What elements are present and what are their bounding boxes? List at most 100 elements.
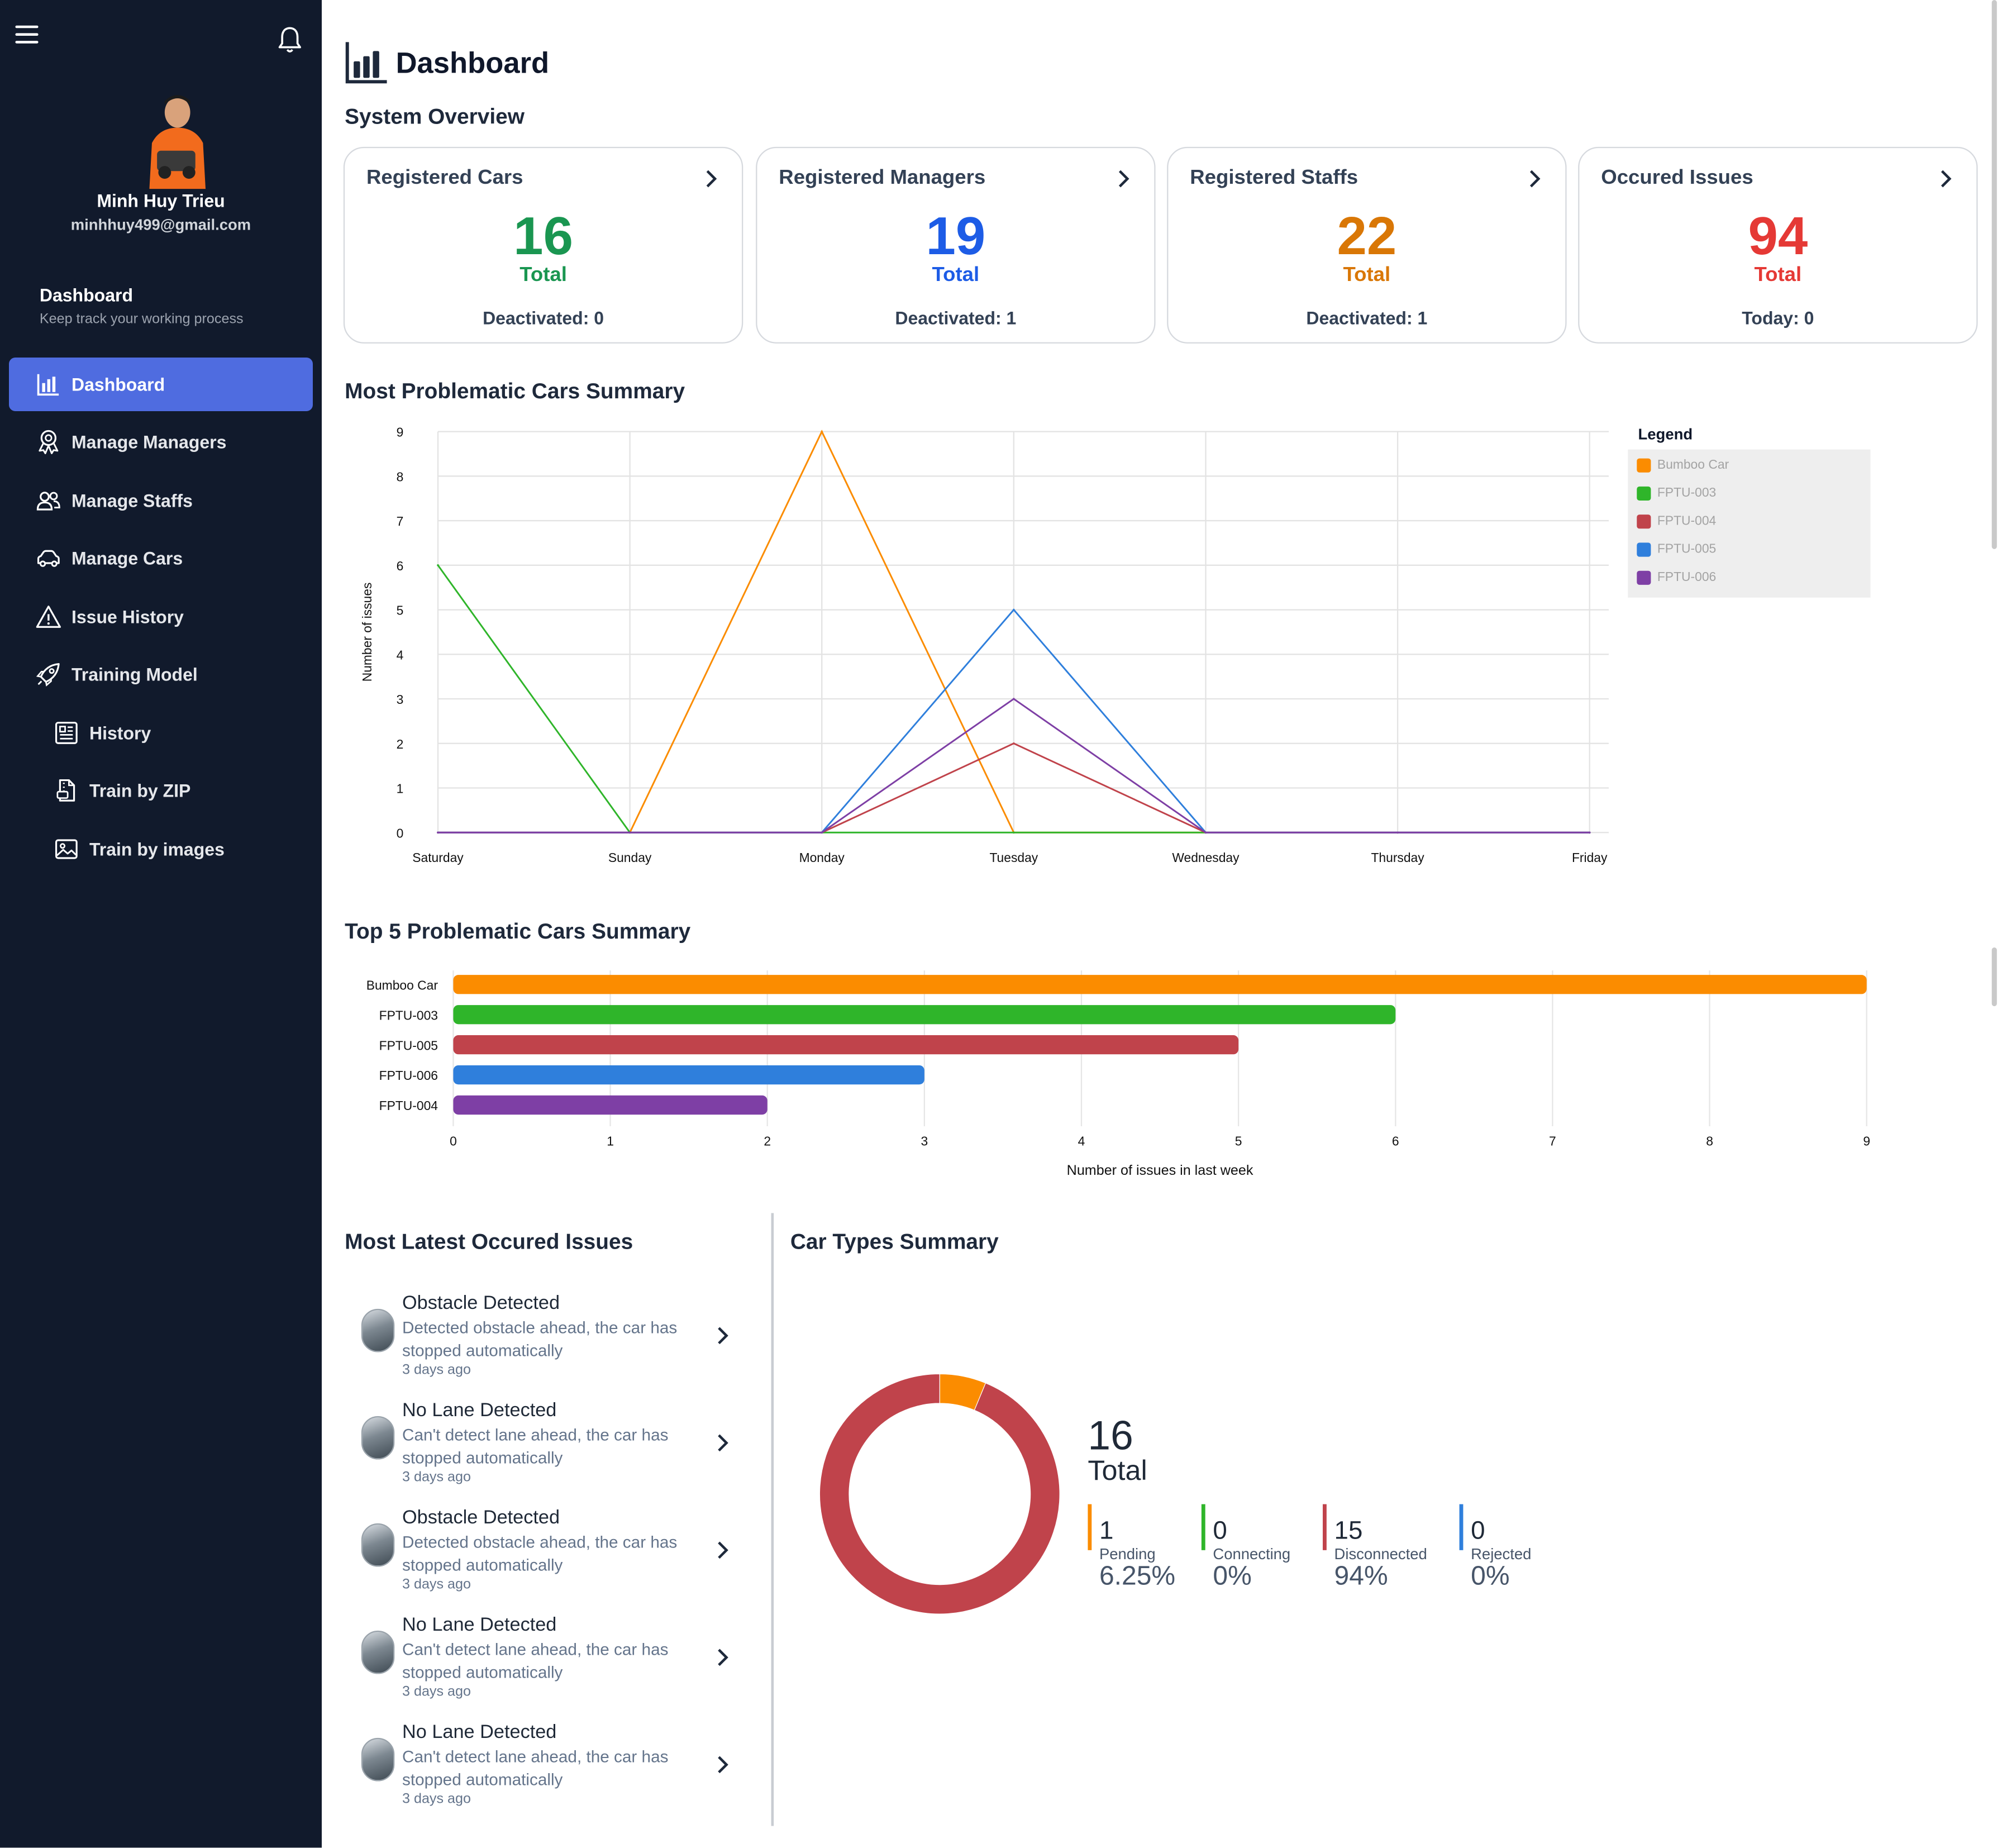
legend-item[interactable]: FPTU-003	[1637, 486, 1716, 501]
card-registered-managers[interactable]: Registered Managers 19 Total Deactivated…	[756, 146, 1156, 344]
x-tick-label: Tuesday	[989, 850, 1038, 865]
issue-title: Obstacle Detected	[402, 1292, 560, 1314]
issue-time: 3 days ago	[402, 1791, 471, 1807]
issue-thumbnail	[361, 1523, 395, 1567]
issue-item[interactable]: Obstacle Detected Detected obstacle ahea…	[361, 1292, 745, 1384]
card-value: 94	[1748, 205, 1808, 266]
data-point	[628, 831, 631, 834]
x-tick-label: 6	[1392, 1133, 1399, 1148]
stat-color-bar	[1201, 1504, 1205, 1550]
legend-label: FPTU-004	[1657, 515, 1717, 529]
system-overview-title: System Overview	[345, 104, 525, 129]
bar	[453, 1035, 1239, 1055]
chevron-right-icon[interactable]	[1116, 169, 1131, 189]
sidebar-item-label: Manage Cars	[71, 547, 183, 569]
issue-time: 3 days ago	[402, 1684, 471, 1700]
card-registered-staffs[interactable]: Registered Staffs 22 Total Deactivated: …	[1167, 146, 1567, 344]
stat-label: Pending	[1099, 1545, 1156, 1563]
x-tick-label: 2	[764, 1133, 771, 1148]
card-title: Registered Managers	[779, 167, 986, 189]
issue-time: 3 days ago	[402, 1576, 471, 1593]
bell-icon[interactable]	[277, 26, 303, 54]
sidebar-item-dashboard[interactable]: Dashboard	[8, 357, 313, 411]
chevron-right-icon[interactable]	[716, 1433, 729, 1454]
chevron-right-icon[interactable]	[1527, 169, 1542, 189]
series-line	[437, 742, 1590, 833]
sidebar-item-train-by-zip[interactable]: Train by ZIP	[9, 764, 313, 817]
issue-item[interactable]: No Lane Detected Can't detect lane ahead…	[361, 1399, 745, 1492]
sidebar-item-manage-managers[interactable]: Manage Managers	[9, 415, 313, 469]
y-tick-label: 5	[397, 603, 404, 618]
legend-label: FPTU-005	[1657, 542, 1717, 557]
latest-issues-title: Most Latest Occured Issues	[345, 1230, 633, 1254]
file-zip-icon	[56, 779, 75, 802]
legend-item[interactable]: FPTU-006	[1637, 570, 1716, 585]
x-tick-label: Wednesday	[1172, 850, 1240, 865]
sidebar-item-training-model[interactable]: Training Model	[9, 647, 313, 701]
sidebar-item-manage-cars[interactable]: Manage Cars	[9, 531, 313, 585]
sidebar-item-issue-history[interactable]: Issue History	[9, 590, 313, 644]
stat-label: Disconnected	[1334, 1545, 1427, 1563]
sidebar-item-history[interactable]: History	[9, 706, 313, 760]
y-tick-label: 8	[397, 469, 404, 484]
y-tick-label: 6	[397, 559, 404, 573]
data-point	[437, 831, 439, 834]
stat-value: 0	[1471, 1517, 1485, 1545]
issue-description: Can't detect lane ahead, the car has sto…	[402, 1746, 669, 1789]
card-total-label: Total	[932, 264, 980, 286]
card-occured-issues[interactable]: Occured Issues 94 Total Today: 0	[1578, 146, 1978, 344]
legend-item[interactable]: FPTU-005	[1637, 542, 1717, 557]
y-tick-label: FPTU-006	[379, 1068, 438, 1083]
card-total-label: Total	[1343, 264, 1391, 286]
chevron-right-icon[interactable]	[1938, 169, 1953, 189]
stat-percent: 0%	[1471, 1561, 1510, 1591]
sidebar-subtitle: Keep track your working process	[39, 311, 244, 327]
chevron-right-icon[interactable]	[703, 169, 718, 189]
issue-thumbnail	[361, 1416, 395, 1460]
scrollbar-thumb[interactable]	[1991, 947, 1997, 1007]
issue-title: No Lane Detected	[402, 1721, 557, 1743]
data-point	[821, 831, 823, 834]
chevron-right-icon[interactable]	[716, 1755, 729, 1775]
issue-thumbnail	[361, 1308, 395, 1352]
bar-chart-title: Top 5 Problematic Cars Summary	[345, 919, 691, 944]
stat-value: 15	[1334, 1517, 1363, 1545]
chevron-right-icon[interactable]	[716, 1540, 729, 1561]
data-point	[1204, 831, 1207, 834]
legend-swatch	[1637, 542, 1651, 557]
chevron-right-icon[interactable]	[716, 1326, 729, 1346]
issue-description: Can't detect lane ahead, the car has sto…	[402, 1425, 669, 1468]
issue-item[interactable]: No Lane Detected Can't detect lane ahead…	[361, 1614, 745, 1706]
card-value: 22	[1337, 205, 1397, 266]
data-point	[821, 831, 823, 834]
data-point	[628, 831, 631, 834]
car-types-title: Car Types Summary	[790, 1230, 999, 1254]
data-point	[1013, 698, 1015, 700]
menu-icon[interactable]	[15, 25, 39, 44]
y-tick-label: 2	[397, 737, 404, 751]
data-point	[437, 831, 439, 834]
x-tick-label: Sunday	[608, 850, 652, 865]
legend-item[interactable]: FPTU-004	[1637, 515, 1717, 529]
sidebar-item-manage-staffs[interactable]: Manage Staffs	[9, 474, 313, 527]
data-point	[628, 831, 631, 834]
image-icon	[55, 839, 78, 859]
issue-item[interactable]: Obstacle Detected Detected obstacle ahea…	[361, 1507, 745, 1599]
data-point	[1396, 831, 1399, 834]
stat-label: Connecting	[1213, 1545, 1291, 1563]
issue-item[interactable]: No Lane Detected Can't detect lane ahead…	[361, 1721, 745, 1813]
chevron-right-icon[interactable]	[716, 1647, 729, 1668]
bar	[453, 1095, 768, 1115]
rocket-icon	[36, 663, 60, 687]
bar-chart-icon	[37, 374, 59, 396]
card-registered-cars[interactable]: Registered Cars 16 Total Deactivated: 0	[343, 146, 743, 344]
scrollbar[interactable]	[1991, 0, 1997, 549]
card-title: Registered Staffs	[1190, 167, 1358, 189]
legend-item[interactable]: Bumboo Car	[1637, 458, 1729, 473]
stat-color-bar	[1459, 1504, 1464, 1550]
x-tick-label: 9	[1863, 1133, 1870, 1148]
y-tick-label: FPTU-003	[379, 1008, 438, 1022]
sidebar-item-label: Manage Staffs	[71, 490, 193, 511]
data-point	[1588, 831, 1591, 834]
sidebar-item-train-by-images[interactable]: Train by images	[9, 822, 313, 876]
